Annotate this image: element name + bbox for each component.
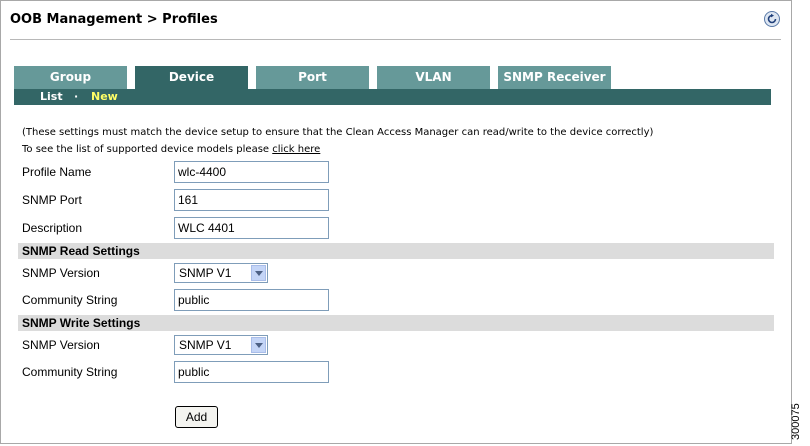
click-here-link[interactable]: click here bbox=[272, 144, 320, 155]
snmp-port-label: SNMP Port bbox=[22, 193, 82, 207]
tab-snmp-receiver[interactable]: SNMP Receiver bbox=[498, 66, 611, 89]
description-label: Description bbox=[22, 221, 83, 235]
subnav-bar: List · New bbox=[14, 89, 771, 105]
tab-group[interactable]: Group bbox=[14, 66, 127, 89]
description-input[interactable]: WLC 4401 bbox=[174, 217, 329, 239]
write-community-string-label: Community String bbox=[22, 365, 118, 379]
page-title: OOB Management > Profiles bbox=[10, 12, 218, 27]
profile-name-input[interactable]: wlc-4400 bbox=[174, 161, 329, 183]
title-divider bbox=[10, 39, 781, 40]
subnav-separator: · bbox=[74, 90, 79, 103]
chevron-down-icon[interactable] bbox=[251, 337, 266, 353]
subnav-new-link[interactable]: New bbox=[91, 89, 118, 105]
write-snmp-version-value: SNMP V1 bbox=[179, 338, 232, 352]
write-community-string-input[interactable]: public bbox=[174, 361, 329, 383]
read-snmp-version-value: SNMP V1 bbox=[179, 266, 232, 280]
supported-models-note: To see the list of supported device mode… bbox=[22, 144, 320, 155]
snmp-port-input[interactable]: 161 bbox=[174, 189, 329, 211]
refresh-icon[interactable] bbox=[764, 11, 780, 27]
snmp-read-settings-header: SNMP Read Settings bbox=[18, 243, 774, 259]
write-snmp-version-select[interactable]: SNMP V1 bbox=[174, 335, 268, 355]
settings-note: (These settings must match the device se… bbox=[22, 127, 654, 138]
read-snmp-version-select[interactable]: SNMP V1 bbox=[174, 263, 268, 283]
figure-number: 300075 bbox=[790, 403, 802, 440]
snmp-write-settings-header: SNMP Write Settings bbox=[18, 315, 774, 331]
read-community-string-label: Community String bbox=[22, 293, 118, 307]
supported-models-text: To see the list of supported device mode… bbox=[22, 144, 273, 155]
add-button[interactable]: Add bbox=[175, 406, 218, 428]
chevron-down-icon[interactable] bbox=[251, 265, 266, 281]
write-snmp-version-label: SNMP Version bbox=[22, 338, 100, 352]
tab-vlan[interactable]: VLAN bbox=[377, 66, 490, 89]
read-snmp-version-label: SNMP Version bbox=[22, 266, 100, 280]
subnav-list-link[interactable]: List bbox=[40, 89, 63, 105]
profile-name-label: Profile Name bbox=[22, 165, 92, 179]
read-community-string-input[interactable]: public bbox=[174, 289, 329, 311]
tab-port[interactable]: Port bbox=[256, 66, 369, 89]
tab-device[interactable]: Device bbox=[135, 66, 248, 89]
content-frame: OOB Management > Profiles Group Device P… bbox=[0, 0, 792, 444]
